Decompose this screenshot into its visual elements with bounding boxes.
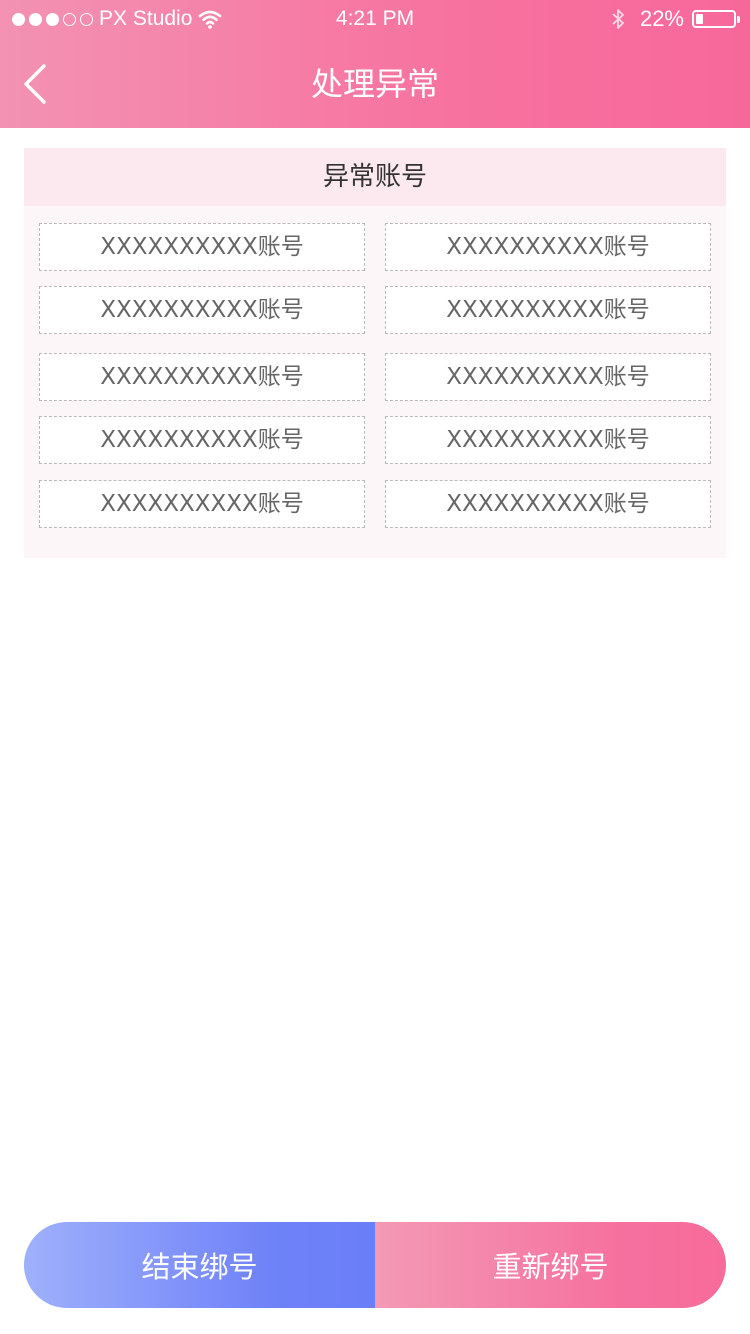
status-right: 22% xyxy=(610,6,740,32)
battery-icon xyxy=(692,10,740,28)
header: PX Studio 4:21 PM 22% 处理异常 xyxy=(0,0,750,128)
account-item[interactable]: XXXXXXXXXX账号 xyxy=(385,416,711,464)
account-item[interactable]: XXXXXXXXXX账号 xyxy=(39,353,365,401)
battery-percent: 22% xyxy=(639,6,684,31)
account-item[interactable]: XXXXXXXXXX账号 xyxy=(385,223,711,271)
bluetooth-icon xyxy=(612,9,624,29)
status-bar: PX Studio 4:21 PM 22% xyxy=(0,0,750,40)
account-item[interactable]: XXXXXXXXXX账号 xyxy=(39,223,365,271)
account-item[interactable]: XXXXXXXXXX账号 xyxy=(39,286,365,334)
action-bar: 结束绑号 重新绑号 xyxy=(24,1222,726,1308)
abnormal-accounts-panel: 异常账号 XXXXXXXXXX账号 XXXXXXXXXX账号 XXXXXXXXX… xyxy=(24,148,726,558)
battery-level xyxy=(696,14,703,24)
account-item[interactable]: XXXXXXXXXX账号 xyxy=(385,353,711,401)
account-item[interactable]: XXXXXXXXXX账号 xyxy=(385,480,711,528)
panel-title: 异常账号 xyxy=(24,148,726,206)
end-binding-button[interactable]: 结束绑号 xyxy=(24,1222,375,1308)
account-item[interactable]: XXXXXXXXXX账号 xyxy=(39,480,365,528)
account-item[interactable]: XXXXXXXXXX账号 xyxy=(39,416,365,464)
page-title: 处理异常 xyxy=(310,65,439,103)
rebind-button[interactable]: 重新绑号 xyxy=(375,1222,726,1308)
account-item[interactable]: XXXXXXXXXX账号 xyxy=(385,286,711,334)
